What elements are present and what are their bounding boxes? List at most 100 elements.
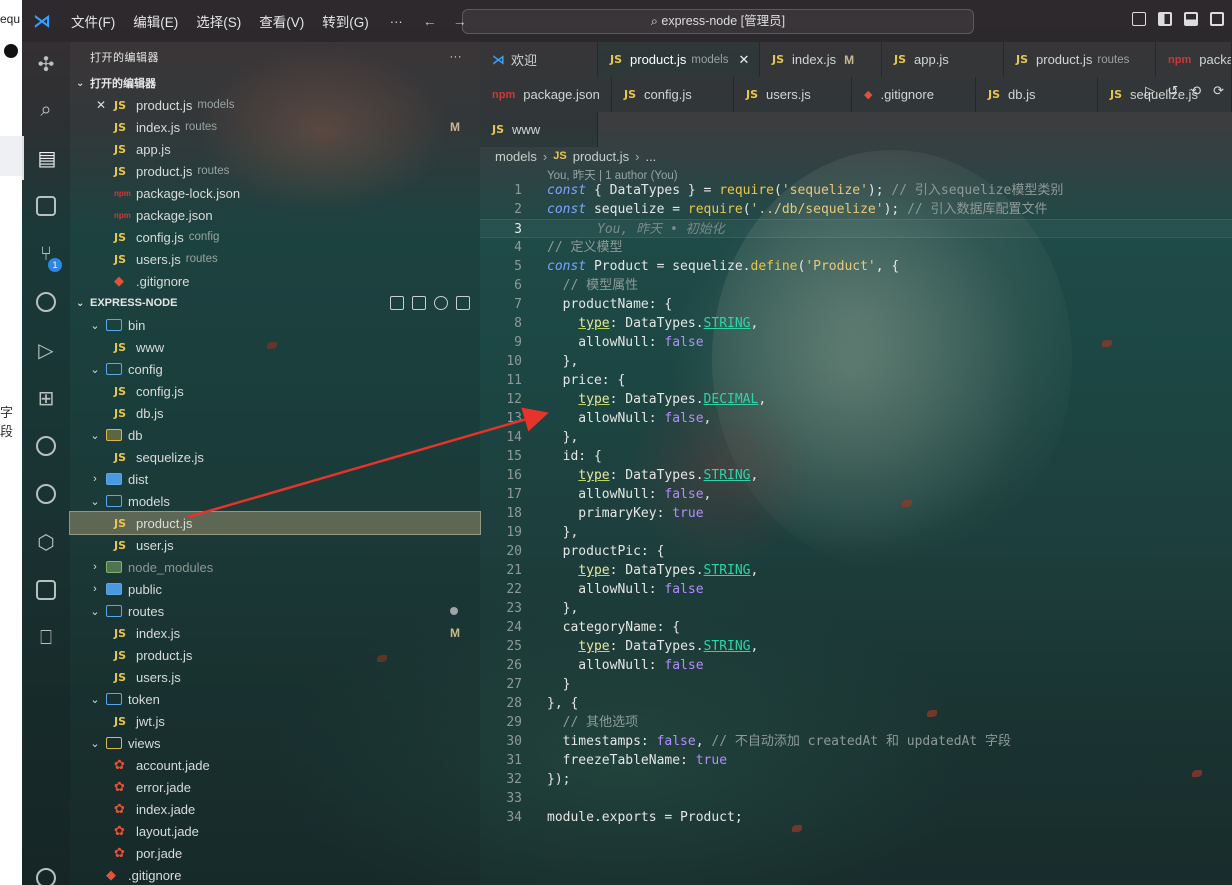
folder-item[interactable]: ⌄ routes: [70, 600, 480, 622]
breadcrumb-folder[interactable]: models: [495, 149, 537, 164]
code-line[interactable]: 27 }: [480, 675, 1232, 694]
extensions-icon[interactable]: ⊞: [22, 376, 70, 420]
source-control-icon[interactable]: ⑂ 1: [22, 232, 70, 276]
editor-tab[interactable]: npm package: [1156, 42, 1232, 77]
code-line[interactable]: 26 allowNull: false: [480, 656, 1232, 675]
database-icon[interactable]: [22, 568, 70, 612]
open-editors-section-header[interactable]: ⌄ 打开的编辑器: [70, 72, 480, 94]
open-editor-item[interactable]: ◆ .gitignore: [70, 270, 480, 292]
menu-selection[interactable]: 选择(S): [187, 11, 250, 31]
code-line[interactable]: 31 freezeTableName: true: [480, 751, 1232, 770]
code-line[interactable]: 34 module.exports = Product;: [480, 808, 1232, 827]
toggle-primary-sidebar-icon[interactable]: [1158, 12, 1172, 26]
code-line[interactable]: 12 type: DataTypes.DECIMAL,: [480, 390, 1232, 409]
code-line[interactable]: 21 type: DataTypes.STRING,: [480, 561, 1232, 580]
open-editor-item[interactable]: npm package-lock.json: [70, 182, 480, 204]
code-line[interactable]: 4 // 定义模型: [480, 238, 1232, 257]
code-line[interactable]: 3 You, 昨天 • 初始化: [480, 219, 1232, 238]
code-line[interactable]: 28}, {: [480, 694, 1232, 713]
folder-item[interactable]: › public: [70, 578, 480, 600]
editor-tab[interactable]: JS users.js: [734, 77, 852, 112]
code-line[interactable]: 18 primaryKey: true: [480, 504, 1232, 523]
code-line[interactable]: 16 type: DataTypes.STRING,: [480, 466, 1232, 485]
menu-view[interactable]: 查看(V): [250, 11, 313, 31]
file-item[interactable]: ✿ layout.jade: [70, 820, 480, 842]
open-editor-item[interactable]: JS users.js routes: [70, 248, 480, 270]
git-graph-icon[interactable]: [22, 424, 70, 468]
editor-tab[interactable]: ◆ .gitignore: [852, 77, 976, 112]
back-arrow-icon[interactable]: ←: [415, 13, 445, 29]
file-item[interactable]: JS config.js: [70, 380, 480, 402]
open-editor-item[interactable]: JS app.js: [70, 138, 480, 160]
code-line[interactable]: 2 const sequelize = require('../db/sequel…: [480, 200, 1232, 219]
code-line[interactable]: 22 allowNull: false: [480, 580, 1232, 599]
folder-item[interactable]: ⌄ db: [70, 424, 480, 446]
folder-item[interactable]: ⌄ config: [70, 358, 480, 380]
code-line[interactable]: 9 allowNull: false: [480, 333, 1232, 352]
open-editor-item[interactable]: npm package.json: [70, 204, 480, 226]
account-icon[interactable]: [22, 856, 70, 885]
new-folder-icon[interactable]: [412, 296, 426, 310]
folder-item[interactable]: ⌄ bin: [70, 314, 480, 336]
run-icon[interactable]: ▷: [1145, 83, 1155, 99]
go-forward-icon[interactable]: ⟳: [1213, 83, 1224, 99]
file-item[interactable]: ✿ por.jade: [70, 842, 480, 864]
editor-tab[interactable]: JS config.js: [612, 77, 734, 112]
search-icon[interactable]: ⌕: [22, 88, 70, 132]
explorer-section-header[interactable]: ⌄ EXPRESS-NODE: [70, 292, 480, 314]
cube-icon[interactable]: ⬡: [22, 520, 70, 564]
code-line[interactable]: 24 categoryName: {: [480, 618, 1232, 637]
code-editor[interactable]: 1 const { DataTypes } = require('sequeliz…: [480, 181, 1232, 827]
new-file-icon[interactable]: [390, 296, 404, 310]
code-line[interactable]: 10 },: [480, 352, 1232, 371]
code-line[interactable]: 6 // 模型属性: [480, 276, 1232, 295]
file-item[interactable]: ✿ account.jade: [70, 754, 480, 776]
editor-tab[interactable]: JS app.js: [882, 42, 1004, 77]
code-line[interactable]: 13 allowNull: false,: [480, 409, 1232, 428]
code-line[interactable]: 17 allowNull: false,: [480, 485, 1232, 504]
extension-pinwheel-icon[interactable]: ✣: [22, 42, 70, 86]
code-line[interactable]: 32});: [480, 770, 1232, 789]
close-icon[interactable]: ✕: [96, 98, 108, 112]
code-line[interactable]: 14 },: [480, 428, 1232, 447]
open-editor-item[interactable]: JS config.js config: [70, 226, 480, 248]
editor-tab[interactable]: JS www: [480, 112, 598, 147]
explorer-icon[interactable]: ▤: [22, 136, 70, 180]
run-debug-icon[interactable]: ▷: [22, 328, 70, 372]
folder-item[interactable]: ⌄ token: [70, 688, 480, 710]
code-line[interactable]: 33: [480, 789, 1232, 808]
editor-tab[interactable]: ⋊ 欢迎: [480, 42, 598, 77]
bookmark-icon[interactable]: ⎕: [22, 616, 70, 660]
code-line[interactable]: 15 id: {: [480, 447, 1232, 466]
timeline-icon[interactable]: [22, 472, 70, 516]
folder-item[interactable]: ⌄ views: [70, 732, 480, 754]
history-icon[interactable]: ↺: [1167, 83, 1178, 99]
code-line[interactable]: 25 type: DataTypes.STRING,: [480, 637, 1232, 656]
code-line[interactable]: 7 productName: {: [480, 295, 1232, 314]
toggle-panel-icon[interactable]: [1184, 12, 1198, 26]
open-editor-item[interactable]: JS index.js routes M: [70, 116, 480, 138]
file-item[interactable]: JS www: [70, 336, 480, 358]
breadcrumb-file[interactable]: product.js: [573, 149, 629, 164]
sidebar-more-button[interactable]: ···: [450, 51, 463, 63]
folder-item[interactable]: › dist: [70, 468, 480, 490]
file-item[interactable]: ✿ index.jade: [70, 798, 480, 820]
code-line[interactable]: 8 type: DataTypes.STRING,: [480, 314, 1232, 333]
menu-file[interactable]: 文件(F): [62, 11, 124, 31]
code-line[interactable]: 23 },: [480, 599, 1232, 618]
close-icon[interactable]: ✕: [738, 52, 749, 68]
editor-tab[interactable]: JS product.js models ✕: [598, 42, 760, 77]
breadcrumb-symbols[interactable]: ...: [645, 149, 656, 164]
code-line[interactable]: 29 // 其他选项: [480, 713, 1232, 732]
file-item[interactable]: JS users.js: [70, 666, 480, 688]
file-item[interactable]: JS sequelize.js: [70, 446, 480, 468]
package-icon[interactable]: [22, 184, 70, 228]
open-editor-item[interactable]: JS product.js routes: [70, 160, 480, 182]
file-item[interactable]: ◆ .gitignore: [70, 864, 480, 885]
editor-tab[interactable]: npm package.json: [480, 77, 612, 112]
customize-layout-icon[interactable]: [1132, 12, 1146, 26]
menu-edit[interactable]: 编辑(E): [124, 11, 187, 31]
menu-go[interactable]: 转到(G): [313, 11, 378, 31]
open-editor-item[interactable]: ✕ JS product.js models: [70, 94, 480, 116]
code-line[interactable]: 11 price: {: [480, 371, 1232, 390]
